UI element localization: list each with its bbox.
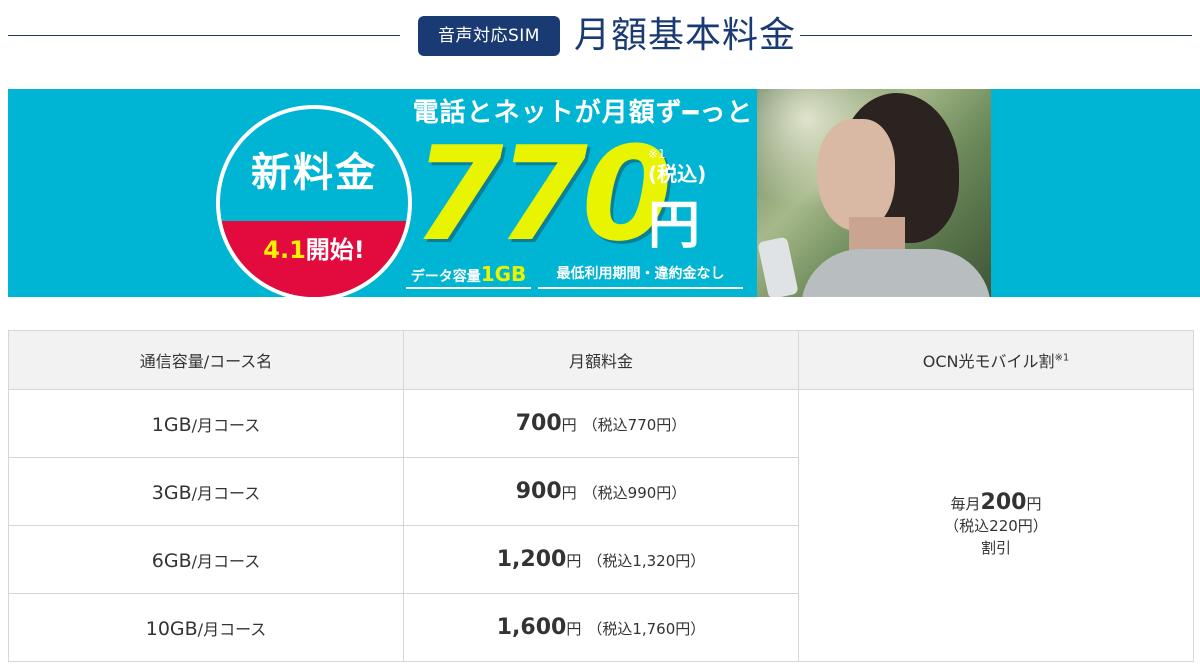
column-header-discount: OCN光モバイル割※1 [798,330,1194,390]
banner-price: 770 [413,118,672,270]
course-unit: /月コース [191,551,261,571]
pricing-table: 通信容量/コース名 月額料金 OCN光モバイル割※1 1GB/月コース 700円… [8,330,1194,662]
discount-tax-included: （税込220円） [944,517,1048,535]
table-row: 1GB/月コース 700円 （税込770円） 毎月200円 （税込220円） 割引 [8,389,1194,662]
sim-type-badge: 音声対応SIM [418,16,560,56]
course-name-cell: 3GB/月コース [8,457,404,526]
price-tax-included: （税込770円） [582,416,687,434]
promo-banner[interactable]: 新料金 4.1開始! 電話とネットが月額ず━っと 770 ※1 (税込) 円 デ… [8,89,991,297]
banner-background-extension [991,89,1200,297]
discount-header-note: ※1 [1054,352,1070,364]
discount-suffix: 割引 [980,539,1011,557]
monthly-price-cell: 1,600円 （税込1,760円） [403,593,799,662]
photo-face-shape [817,119,895,231]
price-tax-included: （税込1,320円） [587,552,706,570]
data-capacity-value: 1GB [480,262,527,286]
page-title: 月額基本料金 [574,15,797,56]
course-name-cell: 1GB/月コース [8,389,404,458]
course-capacity: 10GB [145,617,198,640]
course-unit: /月コース [191,483,261,503]
column-header-course: 通信容量/コース名 [8,330,404,390]
start-date-label: 4.1開始! [220,233,408,267]
discount-cell: 毎月200円 （税込220円） 割引 [798,389,1194,662]
course-name-cell: 6GB/月コース [8,525,404,594]
discount-amount-line: 毎月200円 [799,492,1193,515]
discount-prefix: 毎月 [950,495,981,513]
course-capacity: 1GB [151,413,192,436]
banner-footnote-mark: ※1 [648,147,666,161]
table-header-row: 通信容量/コース名 月額料金 OCN光モバイル割※1 [8,330,1194,390]
price-tax-included: （税込1,760円） [587,620,706,638]
course-capacity: 6GB [151,549,192,572]
contract-terms-caption: 最低利用期間・違約金なし [538,259,743,289]
discount-yen: 円 [1026,495,1042,513]
course-capacity: 3GB [151,481,192,504]
price-amount: 1,200 [496,547,567,572]
data-capacity-prefix: データ容量 [410,269,481,285]
start-date-text: 開始! [305,236,365,264]
model-photo [757,89,991,297]
price-amount: 700 [515,411,562,436]
data-capacity-caption: データ容量1GB [406,259,531,289]
course-unit: /月コース [191,415,261,435]
course-name-cell: 10GB/月コース [8,593,404,662]
section-header: 音声対応SIM 月額基本料金 [0,0,1200,74]
photo-body-shape [801,249,991,297]
new-price-label: 新料金 [251,150,377,196]
banner-yen: 円 [648,196,701,256]
price-yen: 円 [561,416,577,434]
discount-header-label: OCN光モバイル割 [922,352,1055,371]
price-yen: 円 [566,552,582,570]
discount-amount: 200 [980,490,1027,515]
monthly-price-cell: 1,200円 （税込1,320円） [403,525,799,594]
price-amount: 900 [515,479,562,504]
monthly-price-cell: 700円 （税込770円） [403,389,799,458]
header-divider-right [800,35,1192,36]
new-price-circle: 新料金 4.1開始! [216,105,412,297]
column-header-monthly: 月額料金 [403,330,799,390]
price-yen: 円 [561,484,577,502]
monthly-price-cell: 900円 （税込990円） [403,457,799,526]
new-price-circle-inner: 新料金 4.1開始! [220,109,408,297]
price-tax-included: （税込990円） [582,484,687,502]
price-yen: 円 [566,620,582,638]
phone-icon [757,236,799,297]
banner-tax-label: (税込) [648,162,707,186]
start-date-value: 4.1 [263,236,306,264]
course-unit: /月コース [197,619,267,639]
price-amount: 1,600 [496,615,567,640]
header-divider-left [8,35,400,36]
